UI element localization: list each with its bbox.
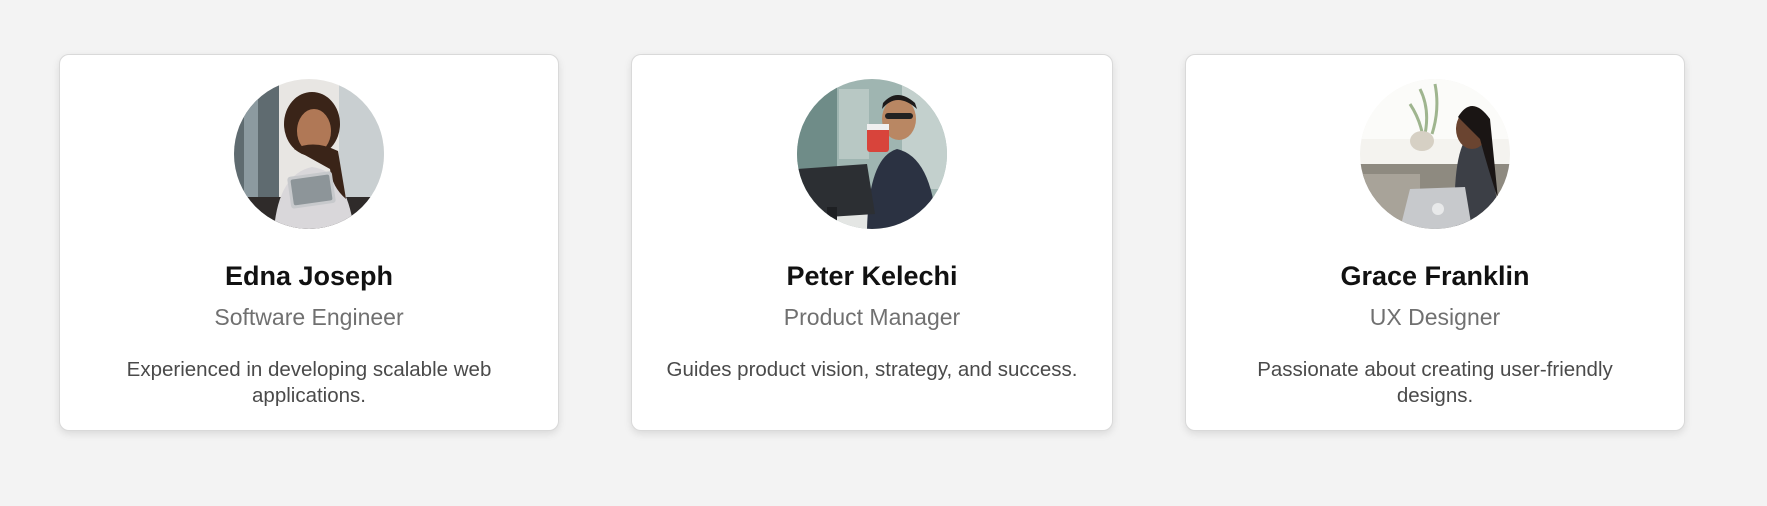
profile-role: Product Manager bbox=[783, 304, 961, 330]
man-drinking-coffee-photo bbox=[797, 79, 947, 229]
avatar bbox=[797, 79, 947, 229]
woman-with-laptop-photo bbox=[1360, 79, 1510, 229]
profile-bio: Passionate about creating user-friendly … bbox=[1257, 358, 1613, 407]
profile-role: UX Designer bbox=[1369, 304, 1501, 330]
profile-bio: Guides product vision, strategy, and suc… bbox=[666, 358, 1078, 381]
profile-bio: Experienced in developing scalable web a… bbox=[126, 358, 492, 407]
profile-card: Peter Kelechi Product Manager Guides pro… bbox=[631, 54, 1113, 431]
profile-role: Software Engineer bbox=[214, 304, 404, 330]
profile-name: Peter Kelechi bbox=[786, 261, 958, 291]
profile-name: Edna Joseph bbox=[224, 261, 394, 291]
profile-card: Grace Franklin UX Designer Passionate ab… bbox=[1185, 54, 1685, 431]
profile-card: Edna Joseph Software Engineer Experience… bbox=[59, 54, 559, 431]
woman-with-tablet-photo bbox=[234, 79, 384, 229]
profile-name: Grace Franklin bbox=[1340, 261, 1530, 291]
avatar bbox=[234, 79, 384, 229]
avatar bbox=[1360, 79, 1510, 229]
